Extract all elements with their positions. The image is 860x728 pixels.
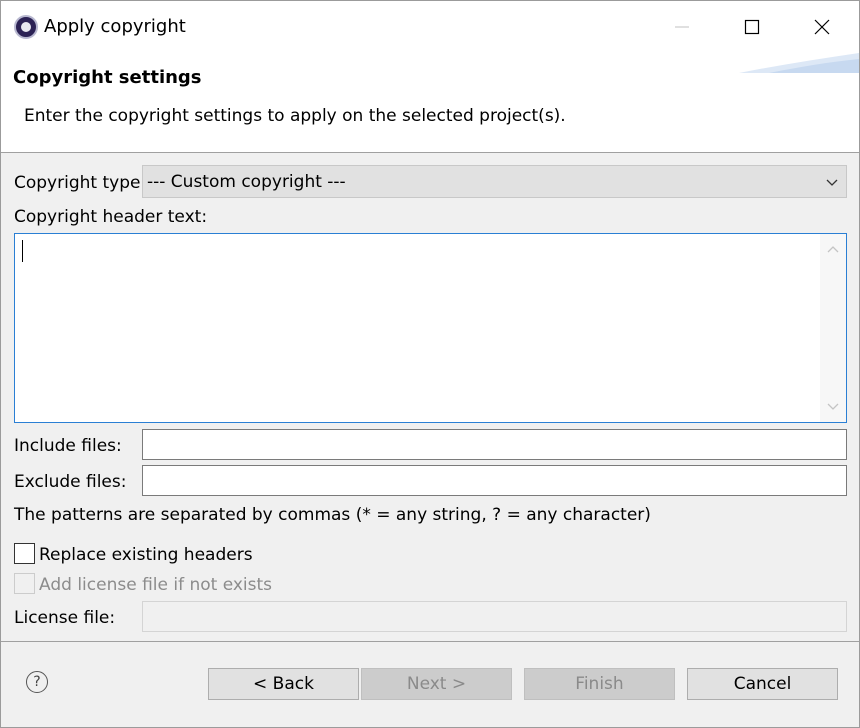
help-icon[interactable]: ? — [26, 671, 48, 693]
page-description: Enter the copyright settings to apply on… — [24, 106, 566, 126]
minimize-icon — [675, 26, 689, 28]
chevron-down-icon — [826, 179, 838, 186]
add-license-label[interactable]: Add license file if not exists — [39, 574, 272, 596]
header-text-area[interactable] — [14, 233, 847, 423]
next-button[interactable]: Next > — [361, 668, 512, 700]
scroll-up-icon[interactable] — [825, 242, 841, 256]
copyright-type-select[interactable]: --- Custom copyright --- — [142, 165, 847, 198]
include-files-label: Include files: — [14, 436, 122, 456]
minimize-button[interactable] — [659, 7, 705, 47]
copyright-type-value: --- Custom copyright --- — [147, 172, 346, 192]
scroll-down-icon[interactable] — [825, 400, 841, 414]
license-file-label: License file: — [14, 608, 116, 628]
vertical-scrollbar[interactable] — [820, 234, 846, 422]
apply-copyright-dialog: Apply copyright Copyright settings Enter… — [0, 0, 860, 728]
header-text-label: Copyright header text: — [14, 207, 208, 227]
maximize-icon — [744, 19, 760, 35]
copyright-type-label: Copyright type: — [14, 173, 147, 193]
finish-button[interactable]: Finish — [524, 668, 675, 700]
patterns-hint: The patterns are separated by commas (* … — [14, 505, 651, 525]
add-license-checkbox[interactable] — [14, 573, 35, 594]
exclude-files-label: Exclude files: — [14, 472, 127, 492]
title-bar: Apply copyright — [1, 1, 859, 53]
window-title: Apply copyright — [44, 16, 186, 37]
close-button[interactable] — [799, 7, 845, 47]
eclipse-icon — [14, 15, 38, 39]
license-file-input[interactable] — [142, 601, 847, 632]
wizard-banner: Copyright settings Enter the copyright s… — [1, 53, 859, 153]
back-button[interactable]: < Back — [208, 668, 359, 700]
replace-headers-checkbox[interactable] — [14, 543, 35, 564]
exclude-files-input[interactable] — [142, 465, 847, 496]
button-bar-separator — [1, 641, 859, 642]
page-title: Copyright settings — [13, 67, 202, 88]
maximize-button[interactable] — [729, 7, 775, 47]
close-icon — [814, 19, 830, 35]
cancel-button[interactable]: Cancel — [687, 668, 838, 700]
replace-headers-label[interactable]: Replace existing headers — [39, 544, 253, 566]
text-caret — [22, 240, 23, 262]
banner-decoration — [739, 53, 859, 73]
include-files-input[interactable] — [142, 429, 847, 460]
